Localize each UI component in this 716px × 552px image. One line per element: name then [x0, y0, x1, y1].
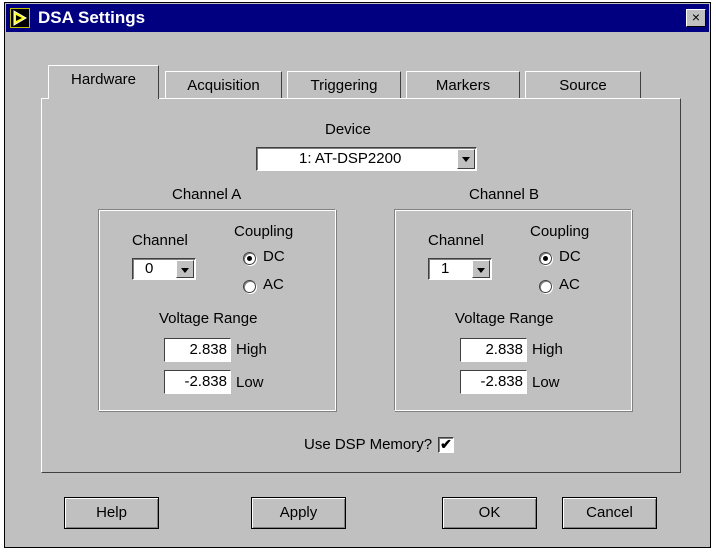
tab-source[interactable]: Source: [525, 71, 641, 99]
chevron-down-icon[interactable]: [472, 260, 490, 278]
channel-a-voltage-range-label: Voltage Range: [159, 310, 258, 327]
tab-acquisition[interactable]: Acquisition: [165, 71, 282, 99]
channel-b-low-field[interactable]: -2.838: [460, 370, 527, 394]
channel-b-low-label: Low: [532, 374, 560, 391]
channel-a-channel-label: Channel: [132, 232, 188, 249]
channel-a-low-label: Low: [236, 374, 264, 391]
channel-b-group: Channel 1 Coupling DC AC Voltage Range 2…: [394, 209, 632, 411]
window-title: DSA Settings: [38, 8, 146, 27]
use-dsp-memory-checkbox[interactable]: ✔: [438, 437, 454, 453]
tab-label: Markers: [435, 77, 491, 94]
apply-button[interactable]: Apply: [251, 497, 346, 529]
channel-a-group: Channel 0 Coupling DC AC Voltage Range 2…: [98, 209, 336, 411]
channel-a-ac-radio[interactable]: [243, 280, 256, 293]
channel-b-dc-label: DC: [559, 248, 581, 265]
tab-markers[interactable]: Markers: [406, 71, 520, 99]
tab-label: Acquisition: [187, 77, 260, 94]
ok-button[interactable]: OK: [442, 497, 537, 529]
channel-b-channel-select[interactable]: 1: [428, 258, 492, 280]
channel-a-title: Channel A: [172, 186, 242, 203]
channel-a-ac-label: AC: [263, 276, 284, 293]
tab-hardware[interactable]: Hardware: [48, 65, 159, 99]
channel-a-coupling-label: Coupling: [234, 223, 294, 240]
channel-a-high-field[interactable]: 2.838: [164, 338, 231, 362]
channel-b-high-field[interactable]: 2.838: [460, 338, 527, 362]
channel-b-voltage-range-label: Voltage Range: [455, 310, 554, 327]
channel-b-high-label: High: [532, 341, 563, 358]
channel-a-dc-label: DC: [263, 248, 285, 265]
channel-b-title: Channel B: [469, 186, 540, 203]
app-icon: [10, 8, 30, 28]
chevron-down-icon[interactable]: [176, 260, 194, 278]
tab-triggering[interactable]: Triggering: [287, 71, 401, 99]
channel-a-low-field[interactable]: -2.838: [164, 370, 231, 394]
cancel-button[interactable]: Cancel: [562, 497, 657, 529]
channel-b-coupling-label: Coupling: [530, 223, 590, 240]
channel-a-channel-value: 0: [145, 260, 154, 277]
channel-b-ac-label: AC: [559, 276, 580, 293]
close-icon[interactable]: ×: [686, 9, 706, 27]
use-dsp-memory-label: Use DSP Memory?: [304, 436, 433, 453]
tab-label: Source: [559, 77, 607, 94]
chevron-down-icon[interactable]: [457, 149, 475, 169]
channel-b-channel-value: 1: [441, 260, 450, 277]
tab-label: Triggering: [310, 77, 378, 94]
channel-a-dc-radio[interactable]: [243, 252, 256, 265]
help-button[interactable]: Help: [64, 497, 159, 529]
device-select[interactable]: 1: AT-DSP2200: [256, 147, 477, 171]
tab-label: Hardware: [70, 71, 137, 88]
hardware-panel: Device 1: AT-DSP2200 Channel A Channel 0…: [41, 98, 681, 473]
device-label: Device: [325, 121, 371, 138]
channel-a-high-label: High: [236, 341, 267, 358]
channel-b-channel-label: Channel: [428, 232, 484, 249]
title-bar[interactable]: DSA Settings ×: [6, 4, 709, 32]
channel-a-channel-select[interactable]: 0: [132, 258, 196, 280]
channel-b-dc-radio[interactable]: [539, 252, 552, 265]
device-value: 1: AT-DSP2200: [299, 150, 402, 167]
channel-b-ac-radio[interactable]: [539, 280, 552, 293]
dialog-window: DSA Settings × Hardware Acquisition Trig…: [4, 2, 711, 548]
